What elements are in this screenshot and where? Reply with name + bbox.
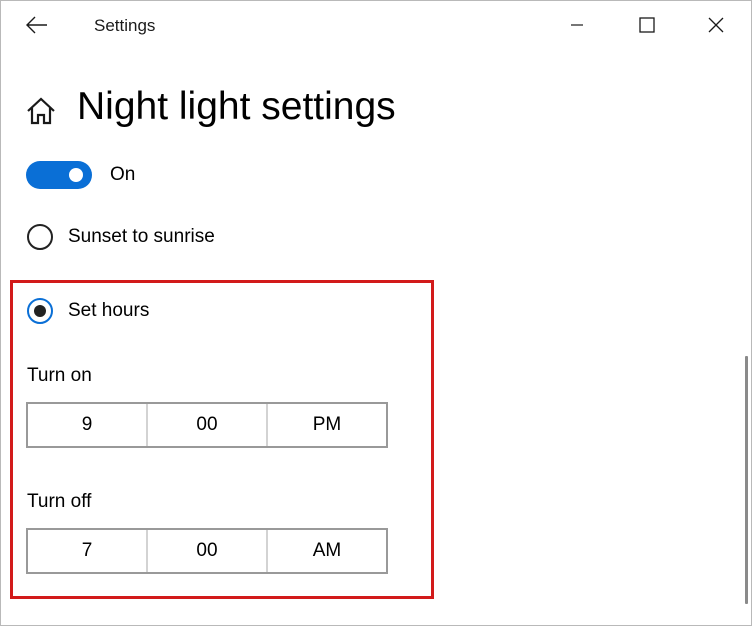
- radio-sunset-to-sunrise[interactable]: [27, 224, 53, 250]
- back-arrow-icon: [26, 16, 48, 39]
- radio-selected-dot: [34, 305, 46, 317]
- turn-on-time-picker[interactable]: 9 00 PM: [26, 402, 388, 448]
- turn-off-minute[interactable]: 00: [146, 530, 266, 572]
- radio-label-sunset-to-sunrise[interactable]: Sunset to sunrise: [68, 226, 215, 248]
- close-icon: [708, 17, 724, 38]
- maximize-icon: [639, 16, 655, 38]
- scrollbar-thumb[interactable]: [745, 356, 748, 604]
- turn-on-hour[interactable]: 9: [28, 404, 146, 446]
- page-title: Night light settings: [77, 85, 396, 128]
- close-button[interactable]: [693, 7, 739, 47]
- minimize-button[interactable]: [554, 7, 600, 47]
- turn-on-minute[interactable]: 00: [146, 404, 266, 446]
- turn-on-period[interactable]: PM: [266, 404, 386, 446]
- turn-off-hour[interactable]: 7: [28, 530, 146, 572]
- minimize-icon: [571, 18, 583, 36]
- settings-window: Settings Night light settings On Sunset …: [0, 0, 752, 626]
- night-light-toggle[interactable]: [26, 161, 92, 189]
- toggle-knob: [69, 168, 83, 182]
- back-button[interactable]: [15, 9, 59, 45]
- radio-set-hours[interactable]: [27, 298, 53, 324]
- maximize-button[interactable]: [624, 7, 670, 47]
- home-icon[interactable]: [25, 96, 57, 128]
- turn-on-label: Turn on: [27, 365, 92, 386]
- app-title: Settings: [94, 16, 156, 35]
- radio-label-set-hours[interactable]: Set hours: [68, 300, 149, 322]
- turn-off-period[interactable]: AM: [266, 530, 386, 572]
- turn-off-label: Turn off: [27, 491, 92, 512]
- title-bar: Settings: [1, 1, 751, 53]
- toggle-state-label: On: [110, 164, 136, 185]
- turn-off-time-picker[interactable]: 7 00 AM: [26, 528, 388, 574]
